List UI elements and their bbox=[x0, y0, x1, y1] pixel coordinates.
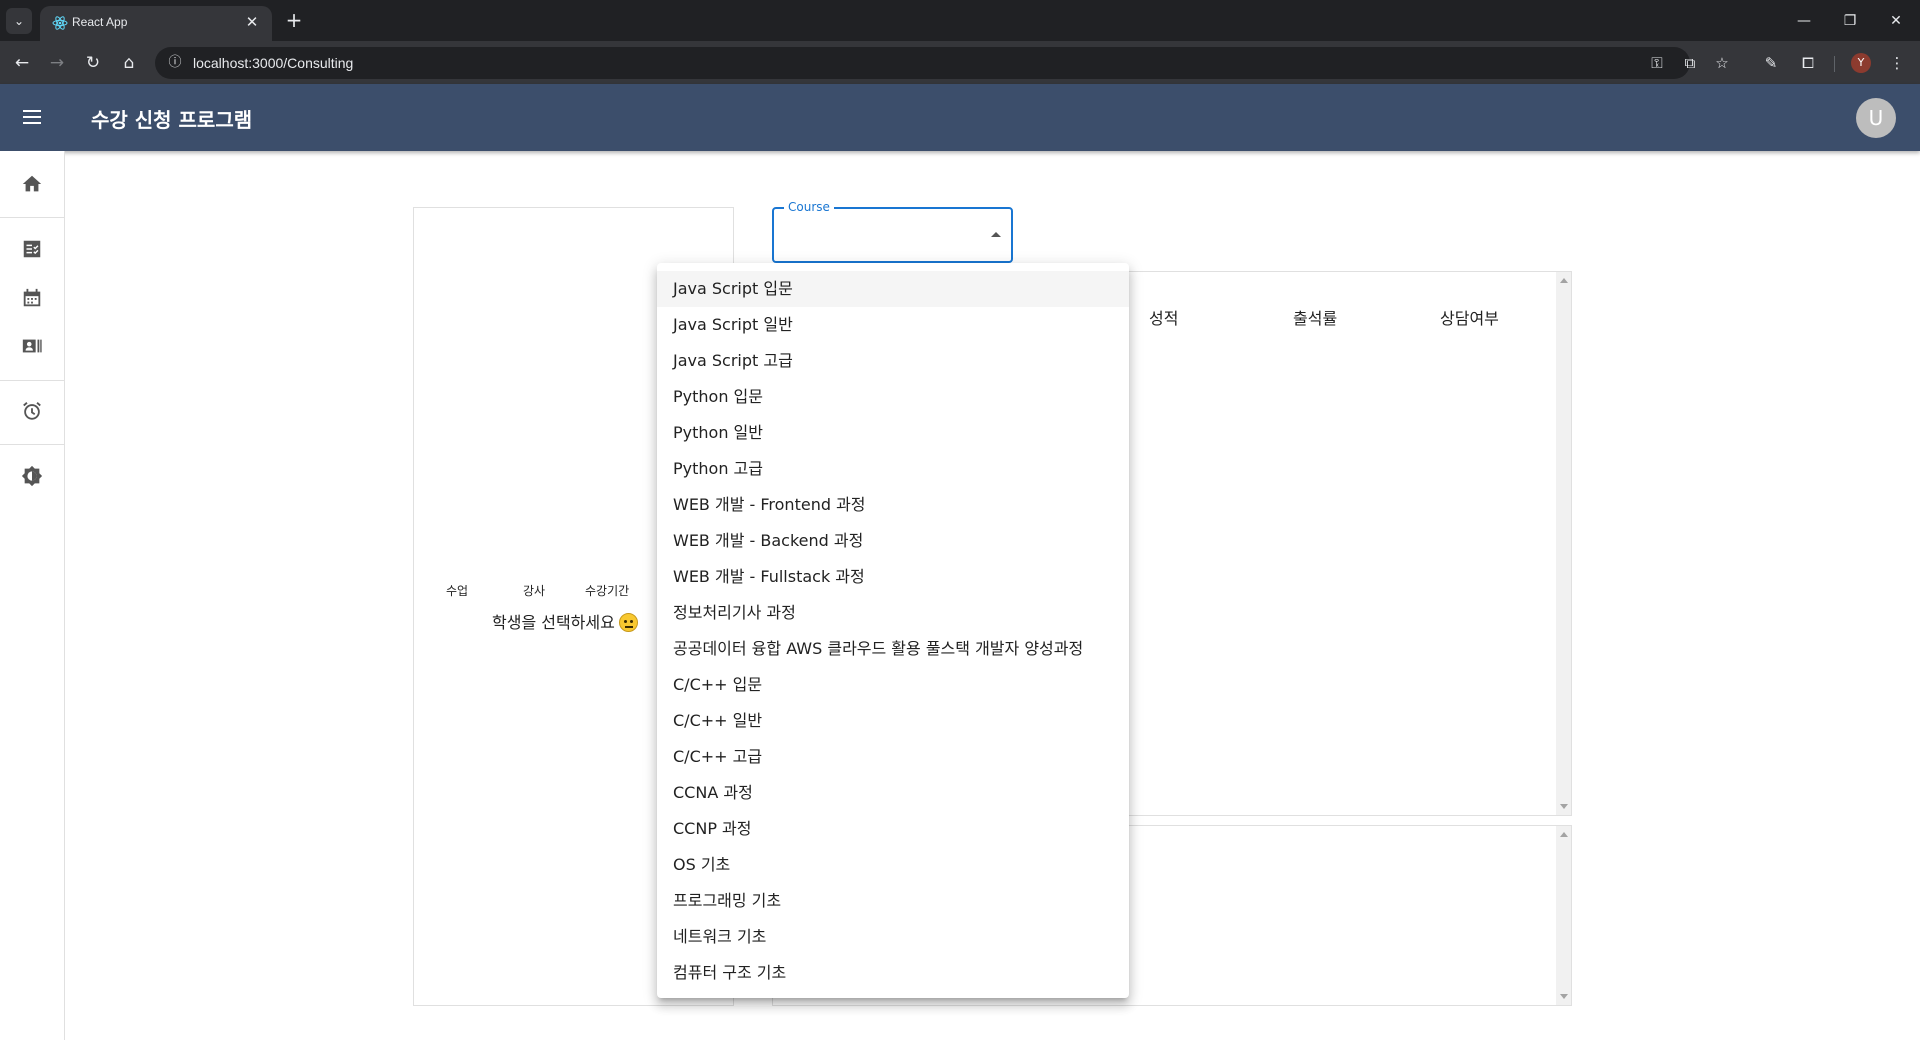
calendar-icon bbox=[23, 288, 41, 307]
course-option[interactable]: C/C++ 일반 bbox=[657, 703, 1129, 739]
alarm-icon bbox=[23, 402, 41, 420]
neutral-face-emoji-icon bbox=[618, 613, 638, 632]
table-header-attendance: 출석률 bbox=[1293, 309, 1338, 328]
course-option[interactable]: C/C++ 고급 bbox=[657, 739, 1129, 775]
course-option[interactable]: WEB 개발 - Frontend 과정 bbox=[657, 487, 1129, 523]
course-option[interactable]: C/C++ 입문 bbox=[657, 667, 1129, 703]
course-option[interactable]: 네트워크 기초 bbox=[657, 919, 1129, 955]
hamburger-menu-icon[interactable] bbox=[19, 106, 45, 128]
course-option[interactable]: WEB 개발 - Backend 과정 bbox=[657, 523, 1129, 559]
course-option[interactable]: Python 고급 bbox=[657, 451, 1129, 487]
course-option[interactable]: 공공데이터 융합 AWS 클라우드 활용 풀스택 개발자 양성과정 bbox=[657, 631, 1129, 667]
course-option[interactable]: Python 입문 bbox=[657, 379, 1129, 415]
drawer-item-consulting[interactable] bbox=[0, 388, 64, 436]
address-bar[interactable]: ⓘ localhost:3000/Consulting ⚿ bbox=[155, 47, 1690, 79]
checklist-icon bbox=[23, 240, 41, 258]
home-page-icon[interactable]: ⌂ bbox=[115, 49, 143, 77]
drawer-item-enrollment[interactable] bbox=[0, 226, 64, 274]
column-header-period: 수강기간 bbox=[585, 584, 630, 598]
forward-icon[interactable]: → bbox=[43, 49, 71, 77]
profile-avatar[interactable]: Y bbox=[1851, 53, 1871, 73]
course-option[interactable]: Python 일반 bbox=[657, 415, 1129, 451]
drawer-divider bbox=[0, 380, 64, 381]
drawer-divider bbox=[0, 444, 64, 445]
minimize-icon[interactable]: — bbox=[1789, 8, 1819, 34]
course-option[interactable]: 컴퓨터 구조 기초 bbox=[657, 955, 1129, 991]
contact-card-icon bbox=[22, 339, 42, 353]
react-favicon-icon bbox=[52, 16, 68, 30]
table-header-grade: 성적 bbox=[1149, 309, 1179, 328]
home-icon bbox=[22, 175, 42, 192]
course-option[interactable]: CCNA 과정 bbox=[657, 775, 1129, 811]
course-options-list: Java Script 입문 Java Script 일반 Java Script … bbox=[657, 271, 1129, 991]
window-close-icon[interactable]: ✕ bbox=[1881, 8, 1911, 34]
bookmark-star-icon[interactable]: ☆ bbox=[1709, 50, 1735, 76]
course-option[interactable]: WEB 개발 - Fullstack 과정 bbox=[657, 559, 1129, 595]
password-key-icon[interactable]: ⚿ bbox=[1645, 51, 1669, 75]
scroll-down-arrow-icon[interactable] bbox=[1560, 804, 1568, 809]
tab-search-button[interactable]: ⌄ bbox=[6, 8, 32, 34]
table-scrollbar[interactable] bbox=[1556, 272, 1571, 815]
reload-icon[interactable]: ↻ bbox=[79, 49, 107, 77]
course-option[interactable]: Java Script 입문 bbox=[657, 271, 1129, 307]
app-title: 수강 신청 프로그램 bbox=[91, 108, 253, 132]
course-option[interactable]: CCNP 과정 bbox=[657, 811, 1129, 847]
eyedropper-icon[interactable]: ✎ bbox=[1758, 50, 1784, 76]
new-tab-icon[interactable]: + bbox=[281, 8, 307, 34]
drawer-divider bbox=[0, 217, 64, 218]
drawer-item-students[interactable] bbox=[0, 323, 64, 371]
url-text[interactable]: localhost:3000/Consulting bbox=[193, 55, 353, 71]
user-avatar[interactable]: U bbox=[1856, 98, 1896, 138]
drawer-item-theme[interactable] bbox=[0, 453, 64, 501]
drawer-item-schedule[interactable] bbox=[0, 275, 64, 323]
course-option[interactable]: 정보처리기사 과정 bbox=[657, 595, 1129, 631]
scroll-up-arrow-icon[interactable] bbox=[1560, 278, 1568, 283]
browser-menu-icon[interactable]: ⋮ bbox=[1884, 50, 1910, 76]
column-header-class: 수업 bbox=[446, 584, 469, 598]
browser-tab[interactable]: React App ✕ bbox=[40, 6, 272, 41]
dropdown-arrow-up-icon[interactable] bbox=[991, 232, 1001, 237]
app-header: 수강 신청 프로그램 U bbox=[0, 84, 1920, 151]
open-in-app-icon[interactable]: ⧉ bbox=[1677, 50, 1703, 76]
extensions-icon[interactable]: ⧠ bbox=[1795, 50, 1821, 76]
scroll-down-arrow-icon[interactable] bbox=[1560, 994, 1568, 999]
course-dropdown-menu: Java Script 입문 Java Script 일반 Java Script … bbox=[657, 263, 1129, 998]
course-option[interactable]: Java Script 일반 bbox=[657, 307, 1129, 343]
drawer-item-home[interactable] bbox=[0, 161, 64, 209]
select-student-text: 학생을 선택하세요 bbox=[492, 613, 615, 632]
back-icon[interactable]: ← bbox=[8, 49, 36, 77]
course-select[interactable]: Course bbox=[772, 200, 1013, 263]
notes-scrollbar[interactable] bbox=[1556, 826, 1571, 1005]
toolbar-divider bbox=[1834, 56, 1835, 72]
side-drawer bbox=[0, 151, 65, 1040]
restore-icon[interactable]: ❐ bbox=[1835, 8, 1865, 34]
scroll-up-arrow-icon[interactable] bbox=[1560, 832, 1568, 837]
tab-title: React App bbox=[72, 15, 128, 29]
browser-tab-strip: ⌄ React App ✕ + — ❐ ✕ bbox=[0, 0, 1920, 41]
course-option[interactable]: 프로그래밍 기초 bbox=[657, 883, 1129, 919]
course-option[interactable]: OS 기초 bbox=[657, 847, 1129, 883]
table-header-consulted: 상담여부 bbox=[1440, 309, 1499, 328]
site-info-icon[interactable]: ⓘ bbox=[167, 55, 183, 71]
browser-toolbar: ← → ↻ ⌂ ⓘ localhost:3000/Consulting ⚿ ⧉ … bbox=[0, 41, 1920, 84]
select-student-prompt: 학생을 선택하세요 bbox=[492, 609, 638, 633]
column-header-instructor: 강사 bbox=[523, 584, 546, 598]
brightness-icon bbox=[21, 465, 43, 487]
tab-close-icon[interactable]: ✕ bbox=[242, 12, 262, 32]
course-select-label: Course bbox=[784, 200, 834, 214]
course-option[interactable]: Java Script 고급 bbox=[657, 343, 1129, 379]
